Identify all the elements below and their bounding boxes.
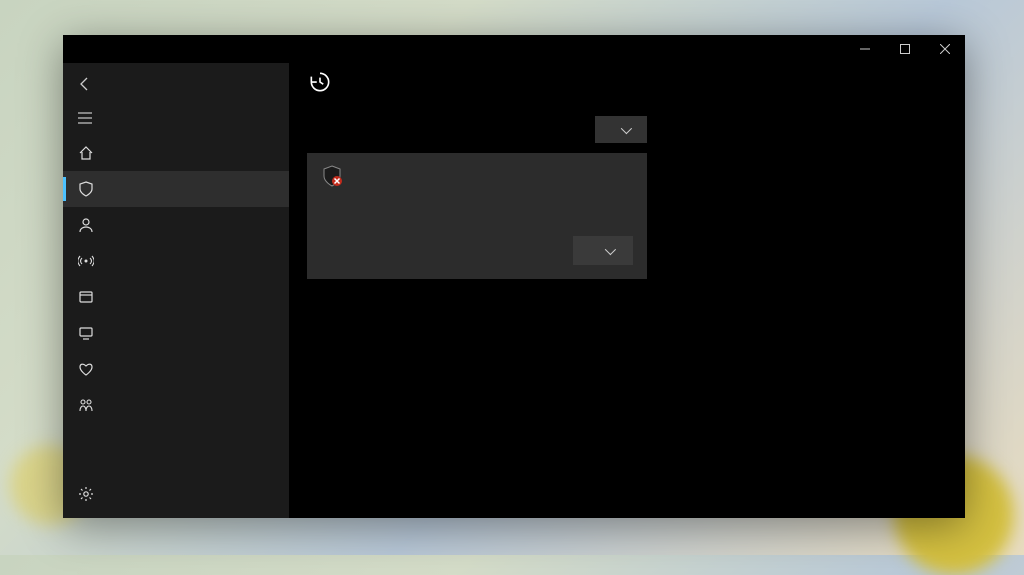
- sidebar-item-performance-health[interactable]: [63, 351, 289, 387]
- main-content: [289, 63, 965, 518]
- filters-button[interactable]: [595, 116, 647, 143]
- sidebar-item-settings[interactable]: [63, 476, 289, 512]
- gear-icon: [77, 486, 95, 502]
- close-button[interactable]: [925, 35, 965, 63]
- right-column: [753, 63, 965, 518]
- sidebar-item-virus-threat[interactable]: [63, 171, 289, 207]
- page-title-row: [307, 69, 735, 102]
- threat-card-header: [321, 165, 633, 187]
- history-icon: [307, 69, 333, 102]
- account-icon: [77, 217, 95, 233]
- threat-shield-icon: [321, 165, 343, 187]
- titlebar: [63, 35, 965, 63]
- back-button[interactable]: [63, 67, 289, 101]
- sidebar-item-account[interactable]: [63, 207, 289, 243]
- hamburger-button[interactable]: [63, 101, 289, 135]
- sidebar-item-firewall[interactable]: [63, 243, 289, 279]
- threat-card-body: [321, 201, 633, 265]
- shield-icon: [77, 181, 95, 197]
- device-icon: [77, 325, 95, 341]
- sidebar: [63, 63, 289, 518]
- filter-row: [307, 116, 647, 143]
- actions-button[interactable]: [573, 236, 633, 265]
- chevron-down-icon: [605, 243, 613, 258]
- app-icon: [77, 289, 95, 305]
- sidebar-item-device-security[interactable]: [63, 315, 289, 351]
- sidebar-item-app-browser[interactable]: [63, 279, 289, 315]
- sidebar-item-home[interactable]: [63, 135, 289, 171]
- home-icon: [77, 145, 95, 161]
- threat-card: [307, 153, 647, 279]
- heart-icon: [77, 361, 95, 377]
- center-column: [289, 63, 753, 518]
- sidebar-item-family[interactable]: [63, 387, 289, 423]
- app-window: [63, 35, 965, 518]
- window-controls: [845, 35, 965, 63]
- antenna-icon: [77, 253, 95, 269]
- chevron-down-icon: [621, 122, 629, 137]
- minimize-button[interactable]: [845, 35, 885, 63]
- family-icon: [77, 397, 95, 413]
- maximize-button[interactable]: [885, 35, 925, 63]
